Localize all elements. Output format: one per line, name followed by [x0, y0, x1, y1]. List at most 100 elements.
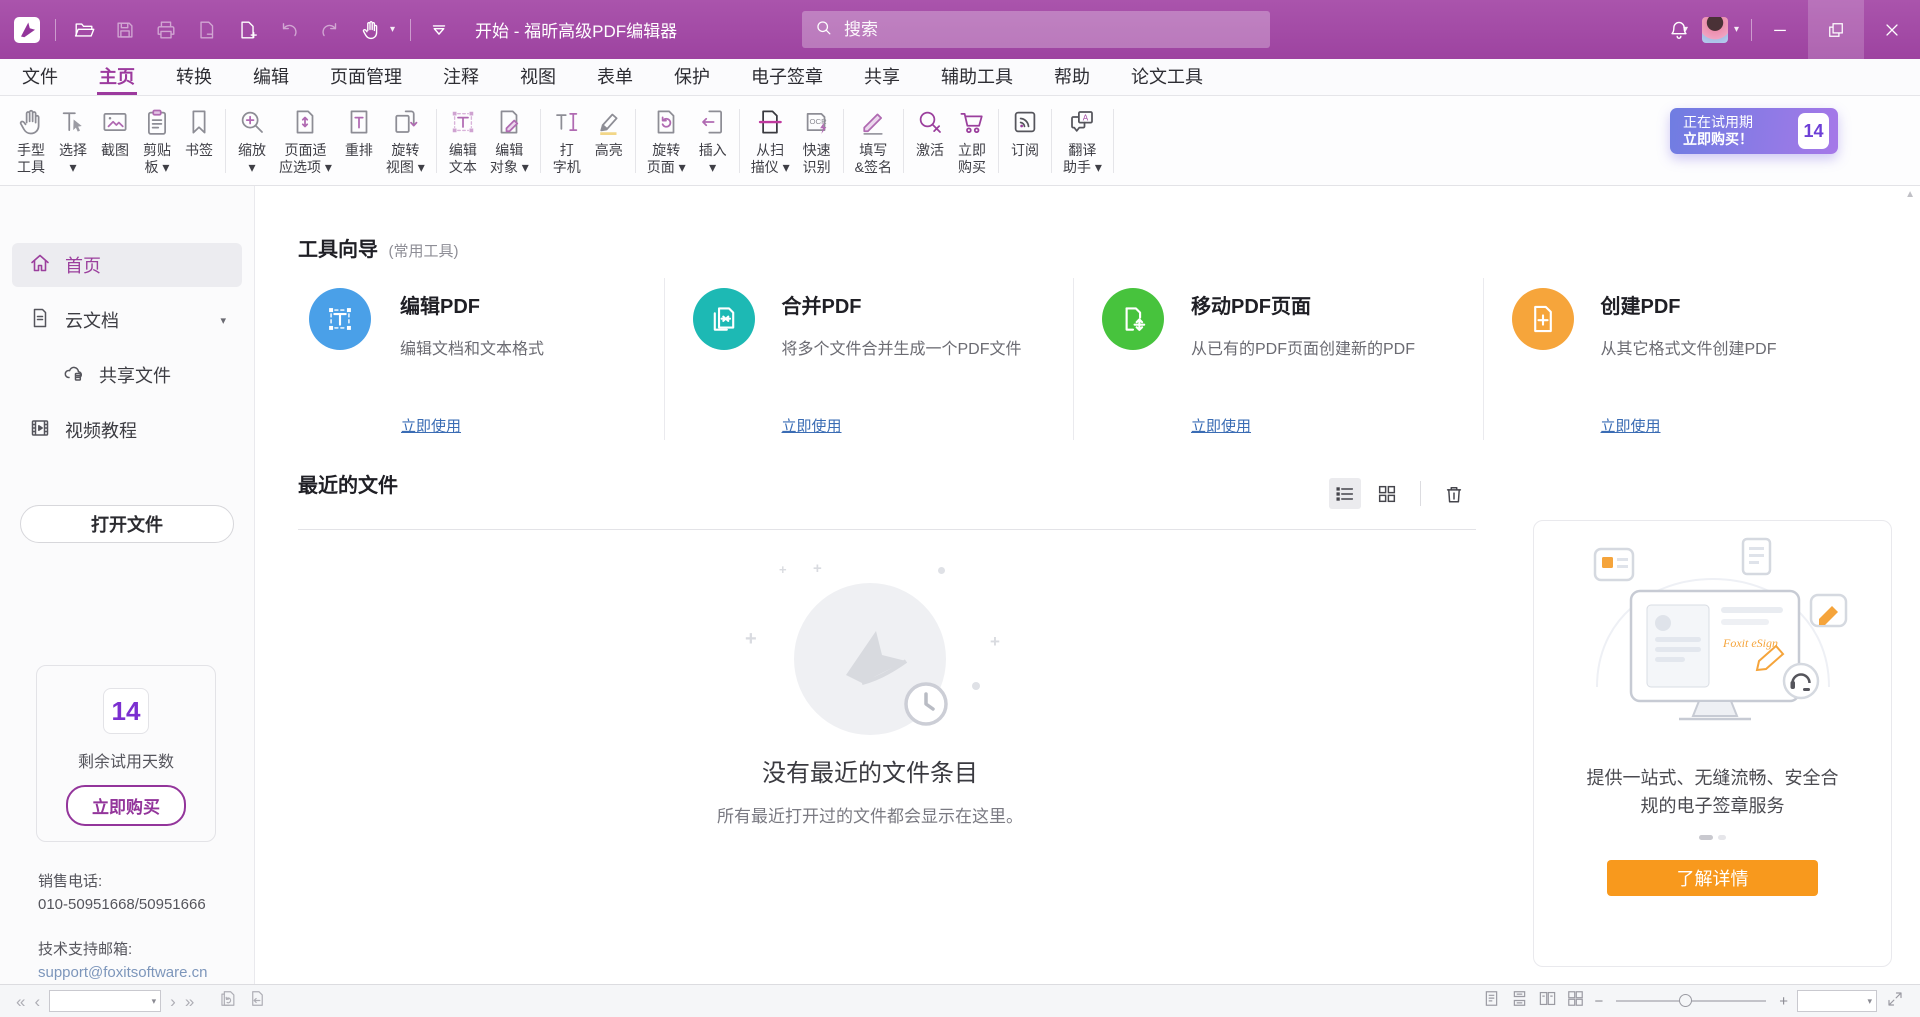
svg-text:OCR: OCR — [809, 117, 827, 126]
merge-pdf-use-now-link[interactable]: 立即使用 — [782, 415, 842, 436]
add-page-icon[interactable] — [235, 17, 261, 43]
chevron-down-icon[interactable]: ▾ — [220, 314, 226, 327]
highlight-button[interactable]: 高亮 — [588, 101, 630, 185]
rotate-view-button[interactable]: 旋转视图 ▾ — [380, 101, 431, 185]
create-pdf-card[interactable]: 创建PDF从其它格式文件创建PDF立即使用 — [1483, 278, 1893, 440]
first-page-button[interactable]: « — [16, 993, 25, 1010]
typewriter-icon — [552, 102, 582, 142]
tool-label: 工具 — [17, 159, 45, 176]
rotate-page-button[interactable]: 旋转页面 ▾ — [641, 101, 692, 185]
open-file-icon[interactable] — [71, 17, 97, 43]
page-number-input[interactable] — [54, 993, 151, 1010]
minimize-button[interactable] — [1752, 0, 1808, 59]
edit-pdf-use-now-link[interactable]: 立即使用 — [401, 415, 461, 436]
reflow-button[interactable]: 重排 — [338, 101, 380, 185]
scrollbar-up-icon[interactable]: ▲ — [1905, 189, 1915, 200]
user-avatar[interactable] — [1702, 17, 1728, 43]
edit-pdf-card[interactable]: 编辑PDF编辑文档和文本格式立即使用 — [255, 278, 664, 440]
restore-window-button[interactable] — [1808, 0, 1864, 59]
edit-text-button[interactable]: 编辑文本 — [442, 101, 484, 185]
merge-pdf-card[interactable]: 合并PDF将多个文件合并生成一个PDF文件立即使用 — [664, 278, 1074, 440]
zoom-level-box[interactable]: ▾ — [1797, 990, 1877, 1012]
select-button[interactable]: 选择▾ — [52, 101, 94, 185]
typewriter-button[interactable]: 打字机 — [546, 101, 588, 185]
menu-tab-file[interactable]: 文件 — [20, 59, 60, 95]
ocr-button[interactable]: OCR快速识别 — [796, 101, 838, 185]
learn-more-button[interactable]: 了解详情 — [1607, 860, 1818, 896]
search-box[interactable] — [802, 11, 1270, 48]
subscribe-button[interactable]: 订阅 — [1004, 101, 1046, 185]
menu-tab-comment[interactable]: 注释 — [441, 59, 481, 95]
zoom-out-button[interactable]: − — [1594, 993, 1603, 1010]
activate-button[interactable]: 激活 — [909, 101, 951, 185]
sidebar-item-cloud-docs[interactable]: 云文档▾ — [12, 298, 242, 342]
notifications-bell-icon[interactable] — [1666, 17, 1692, 43]
menu-tab-esign[interactable]: 电子签章 — [749, 59, 825, 95]
zoom-slider[interactable] — [1616, 1000, 1766, 1002]
move-pdf-pages-card[interactable]: 移动PDF页面从已有的PDF页面创建新的PDF立即使用 — [1073, 278, 1483, 440]
trial-purchase-badge[interactable]: 正在试用期 立即购买！ 14 — [1670, 108, 1838, 154]
tool-label: 应选项 ▾ — [279, 159, 332, 176]
page-number-box[interactable]: ▾ — [49, 990, 161, 1012]
menu-tab-accessibility[interactable]: 辅助工具 — [939, 59, 1015, 95]
buy-now-button[interactable]: 立即购买 — [66, 785, 186, 826]
hand-tool-button[interactable]: 手型工具 — [10, 101, 52, 185]
bookmark-button[interactable]: 书签 — [178, 101, 220, 185]
toolbar-divider — [998, 109, 999, 173]
clipboard-button[interactable]: 剪贴板 ▾ — [136, 101, 178, 185]
zoom-in-button[interactable]: + — [1779, 993, 1788, 1010]
carousel-dots[interactable] — [1534, 835, 1891, 840]
continuous-view-icon[interactable] — [1510, 989, 1529, 1013]
facing-view-icon[interactable] — [1538, 989, 1557, 1013]
scanner-button[interactable]: 从扫描仪 ▾ — [745, 101, 796, 185]
hand-tool-caret-icon[interactable]: ▾ — [390, 24, 395, 35]
insert-button[interactable]: 插入▾ — [692, 101, 734, 185]
last-page-button[interactable]: » — [185, 993, 194, 1010]
menu-tab-protect[interactable]: 保护 — [672, 59, 712, 95]
list-view-button[interactable] — [1329, 478, 1361, 509]
menu-tab-form[interactable]: 表单 — [595, 59, 635, 95]
facing-continuous-view-icon[interactable] — [1566, 989, 1585, 1013]
single-page-view-icon[interactable] — [1482, 989, 1501, 1013]
zoom-slider-thumb[interactable] — [1679, 994, 1692, 1007]
hand-tool-quick-icon[interactable] — [358, 17, 384, 43]
close-window-button[interactable] — [1864, 0, 1920, 59]
menu-tab-edit[interactable]: 编辑 — [251, 59, 291, 95]
menu-tab-help[interactable]: 帮助 — [1052, 59, 1092, 95]
translate-button[interactable]: A翻译助手 ▾ — [1057, 101, 1108, 185]
menu-tab-view[interactable]: 视图 — [518, 59, 558, 95]
sidebar-item-home[interactable]: 首页 — [12, 243, 242, 287]
notifications-caret-icon[interactable]: ▾ — [1683, 24, 1688, 35]
menu-tab-share[interactable]: 共享 — [862, 59, 902, 95]
menu-tab-home[interactable]: 主页 — [97, 59, 137, 95]
next-page-button[interactable]: › — [170, 993, 176, 1010]
zoom-level-caret-icon[interactable]: ▾ — [1867, 996, 1872, 1007]
fill-sign-button[interactable]: 填写&签名 — [849, 101, 898, 185]
menu-tab-page-organize[interactable]: 页面管理 — [328, 59, 404, 95]
previous-page-button[interactable]: ‹ — [34, 993, 40, 1010]
next-view-icon[interactable] — [246, 989, 265, 1013]
account-caret-icon[interactable]: ▾ — [1734, 24, 1739, 35]
snapshot-button[interactable]: 截图 — [94, 101, 136, 185]
open-file-button[interactable]: 打开文件 — [20, 505, 234, 543]
move-pdf-pages-use-now-link[interactable]: 立即使用 — [1191, 415, 1251, 436]
menu-tab-paper-tools[interactable]: 论文工具 — [1129, 59, 1205, 95]
collapse-toolbar-icon[interactable] — [426, 17, 452, 43]
zoom-button[interactable]: 缩放▾ — [231, 101, 273, 185]
fit-screen-icon[interactable] — [1886, 990, 1904, 1013]
previous-view-icon[interactable] — [218, 989, 237, 1013]
buy-now-button[interactable]: 立即购买 — [951, 101, 993, 185]
page-number-caret-icon[interactable]: ▾ — [152, 996, 157, 1007]
edit-object-button[interactable]: 编辑对象 ▾ — [484, 101, 535, 185]
clear-recent-trash-icon[interactable] — [1438, 478, 1470, 509]
page-fit-button[interactable]: 页面适应选项 ▾ — [273, 101, 338, 185]
save-icon — [112, 17, 138, 43]
sidebar-item-video-tutorials[interactable]: 视频教程 — [12, 408, 242, 452]
grid-view-button[interactable] — [1371, 478, 1403, 509]
support-email-link[interactable]: support@foxitsoftware.cn — [38, 961, 207, 984]
shared-files-icon — [62, 361, 86, 390]
create-pdf-use-now-link[interactable]: 立即使用 — [1601, 415, 1661, 436]
sidebar-item-shared-files[interactable]: 共享文件 — [12, 353, 242, 397]
search-input[interactable] — [842, 19, 1258, 41]
menu-tab-convert[interactable]: 转换 — [174, 59, 214, 95]
